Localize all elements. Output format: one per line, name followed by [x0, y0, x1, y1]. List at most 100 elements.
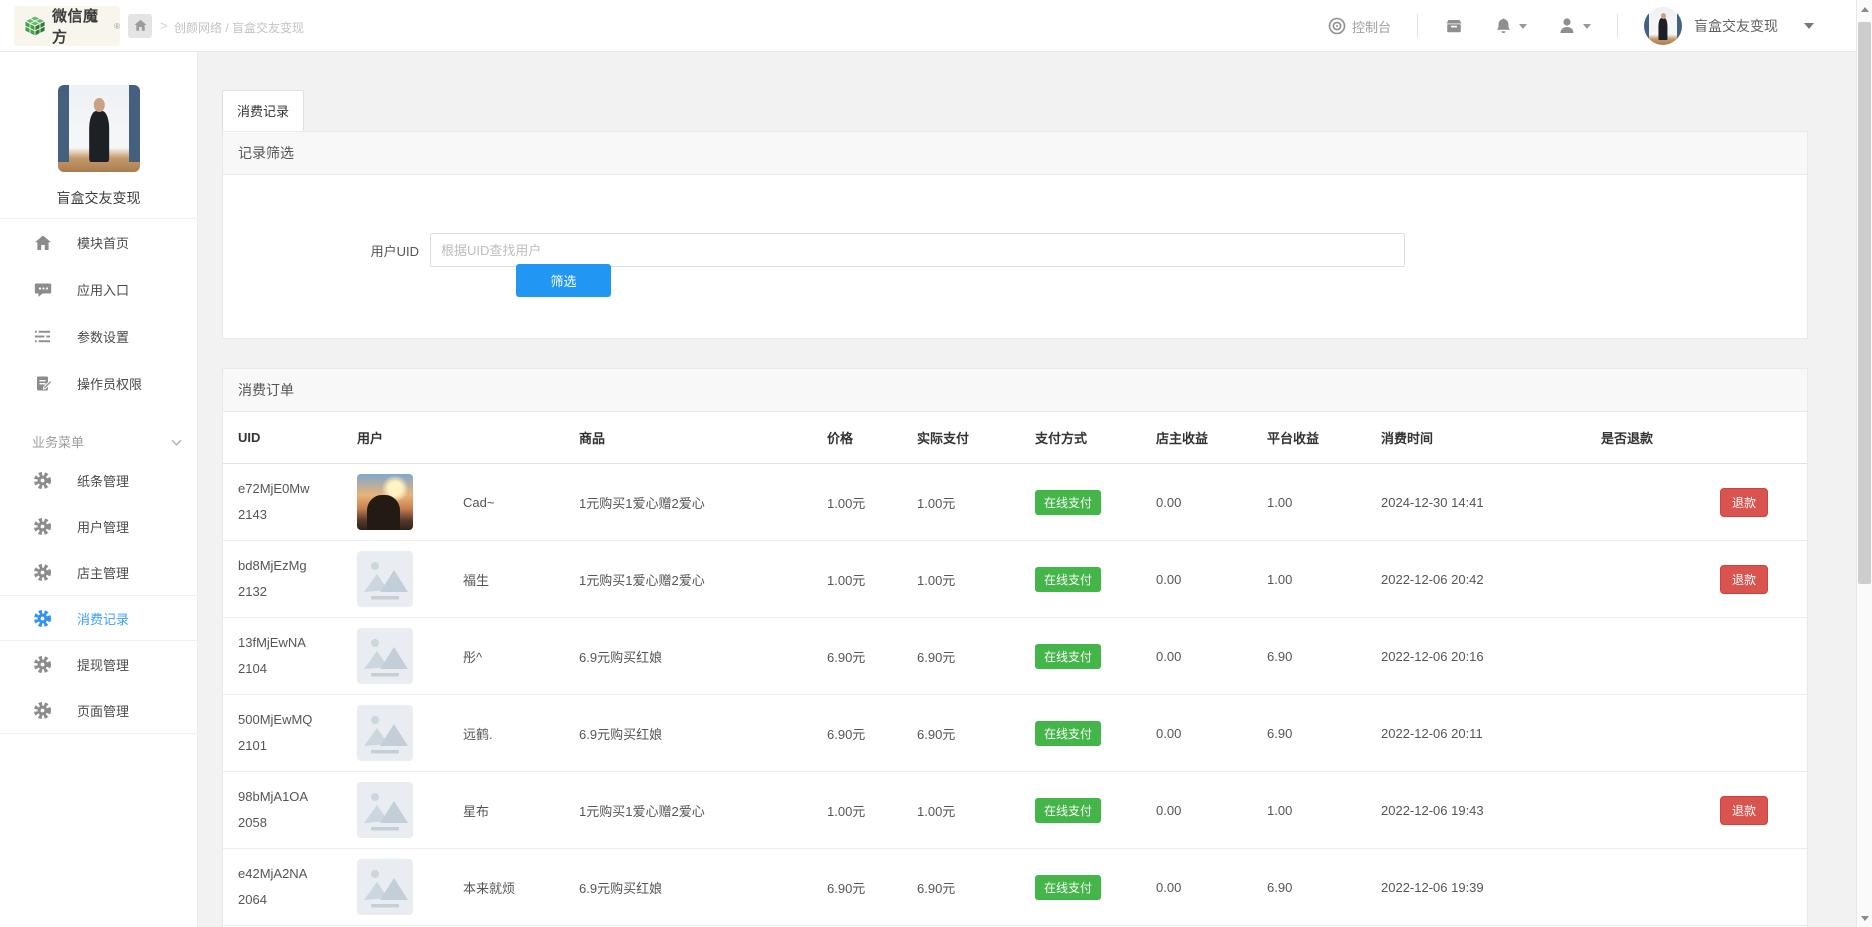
user-avatar	[357, 628, 413, 684]
chevron-down-icon	[1583, 24, 1591, 29]
console-target-icon	[1328, 17, 1346, 35]
sidebar: 盲盒交友变现 模块首页 应用入口 参数设置 操作员权限 业务菜单	[0, 52, 198, 927]
platform-income-cell: 1.00	[1267, 495, 1381, 510]
brand-name: 微信魔方	[52, 5, 113, 47]
filter-form: 用户UID 筛选	[223, 175, 1807, 338]
scrollbar-thumb[interactable]	[1858, 22, 1871, 584]
uid-cell: 13fMjEwNA 2104	[238, 630, 357, 682]
breadcrumb-separator-icon: >	[160, 18, 168, 33]
sidebar-item-consumption-records[interactable]: 消费记录	[0, 595, 197, 641]
time-cell: 2022-12-06 20:42	[1381, 572, 1601, 587]
user-avatar	[357, 782, 413, 838]
price-cell: 1.00元	[827, 570, 917, 589]
scrollbar-up-arrow[interactable]	[1857, 1, 1872, 17]
user-avatar-cell	[357, 782, 463, 838]
sidebar-item-user-management[interactable]: 用户管理	[0, 503, 197, 549]
payment-method-cell: 在线支付	[1035, 875, 1156, 900]
owner-income-cell: 0.00	[1156, 495, 1267, 510]
uid-cell: 500MjEwMQ 2101	[238, 707, 357, 759]
time-cell: 2022-12-06 19:39	[1381, 880, 1601, 895]
topbar-divider	[1417, 14, 1418, 38]
account-name[interactable]: 盲盒交友变现	[1694, 16, 1778, 36]
owner-income-cell: 0.00	[1156, 649, 1267, 664]
gear-icon	[32, 562, 53, 583]
gear-icon	[32, 654, 53, 675]
user-name-cell: 星布	[463, 801, 579, 820]
sidebar-item-page-management[interactable]: 页面管理	[0, 687, 197, 733]
sidebar-item-module-home[interactable]: 模块首页	[0, 219, 197, 266]
column-product: 商品	[579, 428, 827, 447]
breadcrumb-home-button[interactable]	[128, 14, 152, 38]
filter-card: 记录筛选 用户UID 筛选	[222, 131, 1808, 339]
online-payment-badge: 在线支付	[1035, 875, 1101, 900]
console-label: 控制台	[1352, 17, 1391, 36]
platform-income-cell: 1.00	[1267, 572, 1381, 587]
user-avatar-cell	[357, 551, 463, 607]
price-cell: 6.90元	[827, 878, 917, 897]
sidebar-item-notes-management[interactable]: 纸条管理	[0, 457, 197, 503]
gear-icon	[32, 608, 53, 629]
refund-button[interactable]: 退款	[1720, 796, 1768, 825]
user-name-cell: 彤^	[463, 647, 579, 666]
breadcrumb: 创颜网络 / 盲盒交友变现	[174, 19, 304, 36]
online-payment-badge: 在线支付	[1035, 721, 1101, 746]
refund-button[interactable]: 退款	[1720, 488, 1768, 517]
column-price: 价格	[827, 428, 917, 447]
column-owner-income: 店主收益	[1156, 428, 1267, 447]
account-avatar[interactable]	[1644, 7, 1682, 45]
sidebar-item-operator-permissions[interactable]: 操作员权限	[0, 360, 197, 407]
online-payment-badge: 在线支付	[1035, 644, 1101, 669]
table-row: 98bMjA1OA 2058 星布 1元购买1爱心赠2爱心 1.00元 1.00…	[223, 772, 1807, 849]
registered-mark: ®	[114, 22, 120, 31]
time-cell: 2022-12-06 20:16	[1381, 649, 1601, 664]
payment-method-cell: 在线支付	[1035, 721, 1156, 746]
tab-consumption-records[interactable]: 消费记录	[222, 90, 304, 131]
product-cell: 6.9元购买红娘	[579, 647, 827, 666]
orders-table-body: e72MjE0Mw 2143 Cad~ 1元购买1爱心赠2爱心 1.00元 1.…	[223, 464, 1807, 926]
refund-cell: 退款	[1601, 796, 1792, 825]
account-chevron-down-icon[interactable]	[1804, 23, 1814, 29]
user-avatar	[357, 859, 413, 915]
notifications-dropdown[interactable]	[1494, 17, 1527, 36]
owner-income-cell: 0.00	[1156, 803, 1267, 818]
person-icon	[1557, 16, 1577, 36]
payment-method-cell: 在线支付	[1035, 490, 1156, 515]
uid-search-input[interactable]	[430, 233, 1405, 267]
filter-submit-button[interactable]: 筛选	[516, 264, 611, 297]
scrollbar-down-arrow[interactable]	[1857, 910, 1872, 926]
platform-income-cell: 6.90	[1267, 880, 1381, 895]
sidebar-item-shop-owner-management[interactable]: 店主管理	[0, 549, 197, 595]
price-cell: 1.00元	[827, 801, 917, 820]
box-icon	[1444, 16, 1464, 36]
console-button[interactable]: 控制台	[1328, 17, 1391, 36]
product-cell: 1元购买1爱心赠2爱心	[579, 570, 827, 589]
sidebar-section-business-menu[interactable]: 业务菜单	[0, 425, 197, 457]
uid-cell: 98bMjA1OA 2058	[238, 784, 357, 836]
online-payment-badge: 在线支付	[1035, 490, 1101, 515]
gear-icon	[32, 470, 53, 491]
product-cell: 6.9元购买红娘	[579, 878, 827, 897]
gear-icon	[32, 700, 53, 721]
sidebar-item-app-entry[interactable]: 应用入口	[0, 266, 197, 313]
main-content: 消费记录 记录筛选 用户UID 筛选 消费订单 UID 用户 商品 价格 实际支…	[199, 52, 1856, 927]
top-bar: 微信魔方 ® > 创颜网络 / 盲盒交友变现 控制台	[0, 0, 1872, 52]
paid-cell: 6.90元	[917, 647, 1035, 666]
paid-cell: 1.00元	[917, 801, 1035, 820]
bell-icon	[1494, 17, 1513, 36]
storage-box-button[interactable]	[1444, 16, 1464, 36]
topbar-actions: 控制台 盲盒交友变现	[1328, 0, 1814, 52]
user-name-cell: 福生	[463, 570, 579, 589]
table-row: e72MjE0Mw 2143 Cad~ 1元购买1爱心赠2爱心 1.00元 1.…	[223, 464, 1807, 541]
uid-label: 用户UID	[339, 241, 419, 260]
sidebar-item-parameters[interactable]: 参数设置	[0, 313, 197, 360]
column-actual-paid: 实际支付	[917, 428, 1035, 447]
product-cell: 1元购买1爱心赠2爱心	[579, 493, 827, 512]
sidebar-item-withdrawal-management[interactable]: 提现管理	[0, 641, 197, 687]
app-logo[interactable]: 微信魔方 ®	[14, 6, 120, 46]
user-name-cell: 远鹤.	[463, 724, 579, 743]
product-cell: 1元购买1爱心赠2爱心	[579, 801, 827, 820]
refund-button[interactable]: 退款	[1720, 565, 1768, 594]
topbar-divider	[1617, 14, 1618, 38]
user-dropdown[interactable]	[1557, 16, 1591, 36]
uid-cell: e72MjE0Mw 2143	[238, 476, 357, 528]
